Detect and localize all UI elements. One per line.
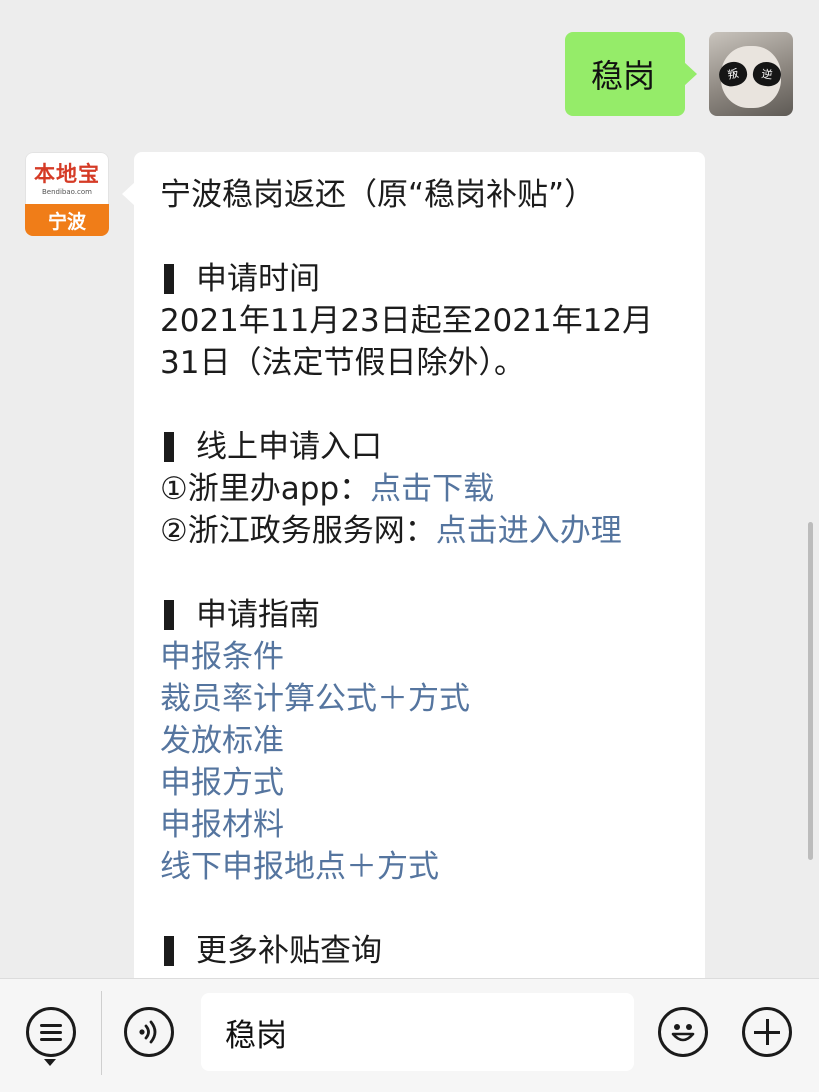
- chat-area[interactable]: 稳岗 叛 逆 本地宝 Bendibao.com 宁波 宁波稳岗返还（原“稳岗补贴…: [0, 0, 819, 978]
- entry-prefix: ①浙里办app：: [160, 471, 371, 507]
- chat-input-bar: 稳岗: [0, 978, 819, 1092]
- incoming-message-bubble[interactable]: 宁波稳岗返还（原“稳岗补贴”） 申请时间 2021年11月23日起至2021年1…: [122, 152, 705, 978]
- sender-logo-subtext: Bendibao.com: [41, 188, 92, 196]
- section-heading-online-entry: 线上申请入口: [160, 426, 681, 468]
- section-heading-guide: 申请指南: [160, 594, 681, 636]
- link-enter-service[interactable]: 点击进入办理: [436, 513, 622, 549]
- heading-bar-icon: [164, 600, 174, 630]
- apply-time-line: 31日（法定节假日除外）。: [160, 345, 525, 381]
- section-heading-text: 线上申请入口: [196, 429, 382, 465]
- heading-bar-icon: [164, 264, 174, 294]
- chat-scrollbar[interactable]: [808, 522, 813, 860]
- my-avatar[interactable]: 叛 逆: [709, 32, 793, 116]
- online-entry-zjzwfw: ②浙江政务服务网：点击进入办理: [160, 510, 681, 552]
- message-input-value: 稳岗: [225, 1017, 287, 1054]
- list-menu-icon[interactable]: [26, 1007, 76, 1057]
- guide-link-standard[interactable]: 发放标准: [160, 720, 681, 762]
- entry-prefix: ②浙江政务服务网：: [160, 513, 436, 549]
- outgoing-message-bubble[interactable]: 稳岗: [565, 32, 697, 116]
- guide-link-conditions[interactable]: 申报条件: [160, 636, 681, 678]
- online-entry-zheliban: ①浙里办app：点击下载: [160, 468, 681, 510]
- sender-avatar[interactable]: 本地宝 Bendibao.com 宁波: [25, 152, 109, 236]
- guide-link-method[interactable]: 申报方式: [160, 762, 681, 804]
- voice-wave-icon: [139, 1020, 157, 1044]
- link-download[interactable]: 点击下载: [370, 471, 494, 507]
- sender-city-label: 宁波: [25, 204, 109, 236]
- section-heading-text: 更多补贴查询: [196, 933, 382, 969]
- outgoing-message-row: 稳岗 叛 逆: [565, 32, 793, 116]
- section-heading-text: 申请时间: [196, 261, 320, 297]
- section-heading-more-subsidies: 更多补贴查询: [160, 930, 681, 972]
- guide-link-offline-location[interactable]: 线下申报地点＋方式: [160, 846, 681, 888]
- guide-link-materials[interactable]: 申报材料: [160, 804, 681, 846]
- menu-caret-icon: [44, 1059, 56, 1066]
- sender-logo-text: 本地宝: [34, 162, 100, 186]
- input-divider: [101, 991, 102, 1075]
- section-heading-text: 申请指南: [196, 597, 320, 633]
- message-input-field[interactable]: 稳岗: [201, 993, 634, 1071]
- message-title: 宁波稳岗返还（原“稳岗补贴”）: [160, 177, 596, 213]
- guide-link-layoff-rate[interactable]: 裁员率计算公式＋方式: [160, 678, 681, 720]
- section-heading-apply-time: 申请时间: [160, 258, 681, 300]
- voice-icon[interactable]: [124, 1007, 174, 1057]
- smiley-face-icon: [671, 1024, 695, 1042]
- heading-bar-icon: [164, 432, 174, 462]
- apply-time-line: 2021年11月23日起至2021年12月: [160, 303, 654, 339]
- emoji-icon[interactable]: [658, 1007, 708, 1057]
- heading-bar-icon: [164, 936, 174, 966]
- outgoing-message-text: 稳岗: [591, 57, 656, 95]
- plus-icon[interactable]: [742, 1007, 792, 1057]
